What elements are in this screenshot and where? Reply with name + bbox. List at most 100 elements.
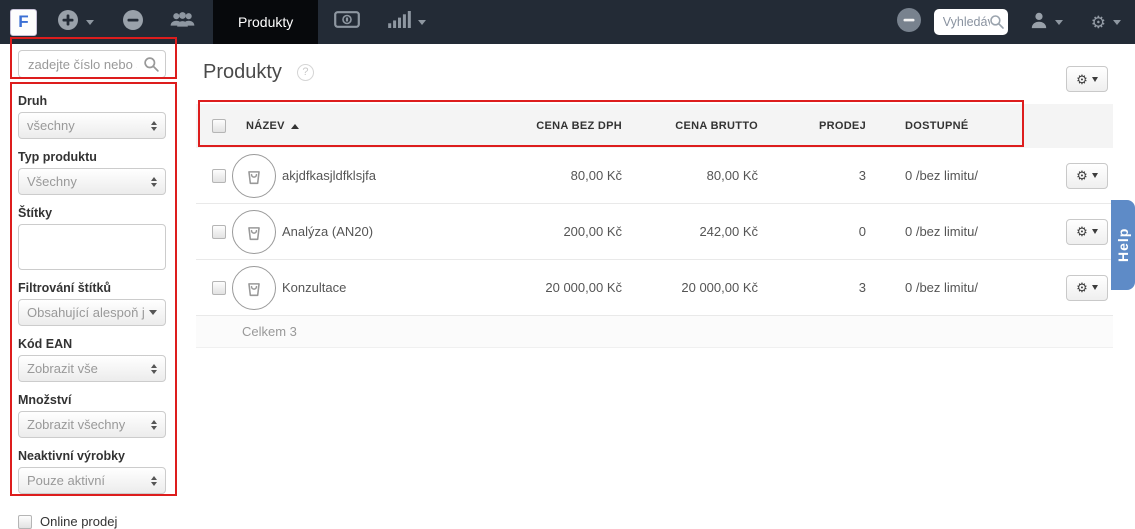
chevron-down-icon [1091, 173, 1098, 178]
row-actions-button[interactable]: ⚙ [1066, 274, 1108, 301]
chevron-down-icon [1113, 19, 1121, 25]
price-net: 80,00 Kč [570, 168, 622, 183]
table-row[interactable]: Konzultace 20 000,00 Kč 20 000,00 Kč 3 0… [196, 260, 1113, 316]
users-icon [170, 10, 195, 34]
spinner-icon [151, 419, 157, 430]
filter-label: Štítky [18, 206, 53, 220]
select-value: Zobrazit vše [27, 361, 98, 376]
filter-stitky: Štítky [18, 206, 166, 270]
chevron-down-icon [418, 19, 427, 25]
filter-neaktivni-vyrobky: Neaktivní výrobky Pouze aktivní [18, 449, 166, 494]
dash-circle-icon [896, 7, 922, 38]
money-button[interactable] [334, 11, 361, 33]
filter-label: Druh [18, 94, 48, 108]
user-menu-button[interactable] [1030, 11, 1063, 34]
row-checkbox[interactable] [212, 280, 226, 295]
chevron-down-icon [1091, 229, 1098, 234]
user-icon [1030, 11, 1048, 34]
contacts-button[interactable] [170, 10, 195, 34]
available-count: 0 /bez limitu/ [905, 224, 978, 239]
druh-select[interactable]: všechny [18, 112, 166, 139]
plus-circle-icon [57, 9, 79, 36]
chevron-down-icon [1091, 285, 1098, 290]
total-count: Celkem 3 [242, 324, 297, 339]
gear-icon: ⚙ [1076, 71, 1088, 87]
select-value: Obsahující alespoň je [27, 305, 145, 320]
select-value: všechny [27, 118, 75, 133]
filter-label: Množství [18, 393, 72, 407]
table-footer: Celkem 3 [196, 316, 1113, 348]
filter-typ-produktu: Typ produktu Všechny [18, 150, 166, 195]
app-logo[interactable]: F [10, 8, 37, 36]
checkbox-label: Online prodej [40, 514, 118, 529]
column-header-prodej[interactable]: PRODEJ [758, 120, 866, 132]
tab-products[interactable]: Produkty [213, 0, 319, 44]
select-value: Zobrazit všechny [27, 417, 126, 432]
table-row[interactable]: Analýza (AN20) 200,00 Kč 242,00 Kč 0 0 /… [196, 204, 1113, 260]
filter-mnozstvi: Množství Zobrazit všechny [18, 393, 166, 438]
gear-icon: ⚙ [1076, 168, 1088, 183]
select-value: Všechny [27, 174, 77, 189]
page-title: Produkty [203, 60, 282, 83]
search-icon [143, 56, 160, 78]
typ-produktu-select[interactable]: Všechny [18, 168, 166, 195]
search-icon [989, 14, 1005, 35]
price-gross: 242,00 Kč [699, 224, 758, 239]
filtrovani-stitku-select[interactable]: Obsahující alespoň je [18, 299, 166, 326]
product-bag-icon [232, 209, 276, 254]
row-actions-button[interactable]: ⚙ [1066, 162, 1108, 189]
spinner-icon [151, 176, 157, 187]
add-menu-button[interactable] [57, 9, 94, 36]
settings-menu-button[interactable]: ⚙ [1091, 14, 1121, 31]
product-bag-icon [232, 153, 276, 198]
help-question-icon[interactable]: ? [296, 63, 314, 81]
row-checkbox[interactable] [212, 224, 226, 239]
banknote-icon [334, 11, 361, 33]
remove-button[interactable] [122, 9, 144, 36]
chevron-down-icon [149, 310, 157, 315]
filter-sidebar: Druh všechny Typ produktu Všechny Štítky… [0, 44, 196, 529]
minus-circle-icon [122, 9, 144, 36]
product-bag-icon [232, 265, 276, 310]
chevron-down-icon [1091, 76, 1098, 82]
filter-filtrovani-stitku: Filtrování štítků Obsahující alespoň je [18, 281, 166, 326]
sort-ascending-icon [290, 123, 299, 129]
spinner-icon [151, 120, 157, 131]
table-row[interactable]: akjdfkasjldfklsjfa 80,00 Kč 80,00 Kč 3 0… [196, 148, 1113, 204]
row-actions-button[interactable]: ⚙ [1066, 218, 1108, 245]
neaktivni-vyrobky-select[interactable]: Pouze aktivní [18, 467, 166, 494]
spinner-icon [151, 363, 157, 374]
product-name[interactable]: Konzultace [282, 280, 496, 295]
filter-druh: Druh všechny [18, 94, 166, 139]
sales-count: 3 [858, 280, 866, 295]
mnozstvi-select[interactable]: Zobrazit všechny [18, 411, 166, 438]
column-header-cena-bez-dph[interactable]: CENA BEZ DPH [496, 120, 622, 132]
kod-ean-select[interactable]: Zobrazit vše [18, 355, 166, 382]
bar-chart-icon [388, 11, 412, 33]
filter-kod-ean: Kód EAN Zobrazit vše [18, 337, 166, 382]
stats-menu-button[interactable] [388, 11, 427, 33]
product-name[interactable]: Analýza (AN20) [282, 224, 496, 239]
table-settings-button[interactable]: ⚙ [1066, 66, 1108, 92]
chevron-down-icon [1054, 19, 1063, 25]
select-all-checkbox[interactable] [212, 119, 226, 133]
price-gross: 80,00 Kč [706, 168, 758, 183]
online-prodej-checkbox-row[interactable]: Online prodej [18, 514, 196, 529]
stitky-input[interactable] [18, 224, 166, 270]
help-tab[interactable]: Help [1111, 200, 1135, 290]
available-count: 0 /bez limitu/ [905, 168, 978, 183]
price-net: 20 000,00 Kč [545, 280, 622, 295]
page-header: Produkty ? ⚙ [196, 44, 1113, 100]
gear-icon: ⚙ [1076, 280, 1088, 295]
sales-count: 3 [858, 168, 866, 183]
sales-count: 0 [858, 224, 866, 239]
product-name[interactable]: akjdfkasjldfklsjfa [282, 168, 496, 183]
checkbox[interactable] [18, 514, 32, 529]
column-header-cena-brutto[interactable]: CENA BRUTTO [622, 120, 758, 132]
notification-badge[interactable] [896, 7, 922, 38]
filter-label: Kód EAN [18, 337, 73, 351]
filter-label: Neaktivní výrobky [18, 449, 125, 463]
column-header-dostupne[interactable]: DOSTUPNÉ [866, 120, 1006, 132]
column-header-nazev[interactable]: NÁZEV [226, 120, 496, 132]
row-checkbox[interactable] [212, 168, 226, 183]
